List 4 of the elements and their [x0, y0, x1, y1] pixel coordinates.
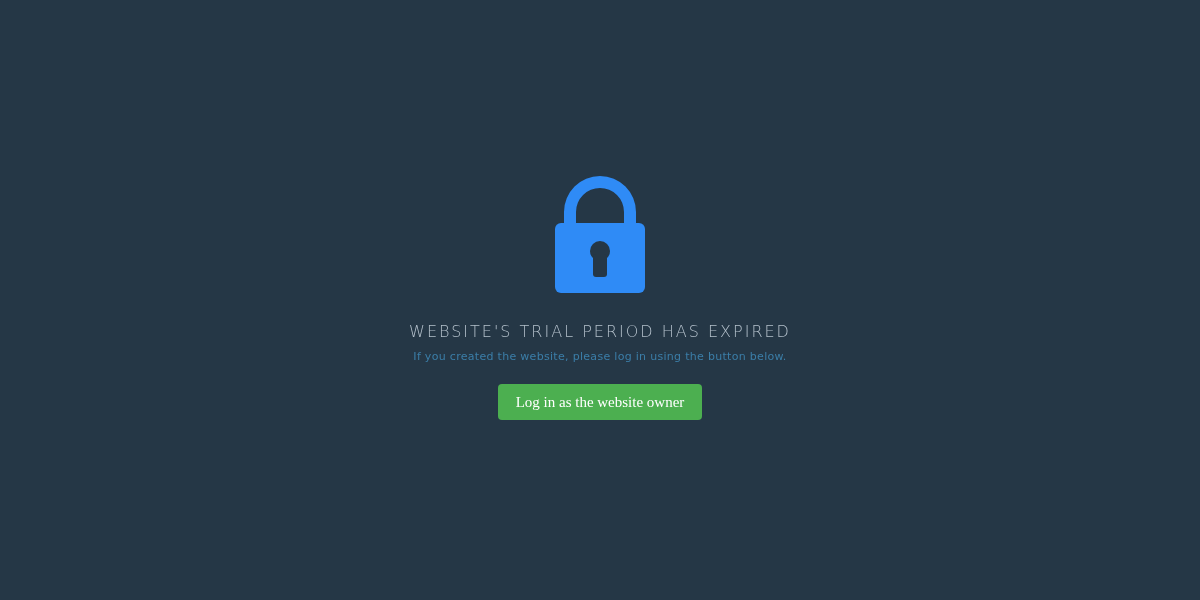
login-button[interactable]: Log in as the website owner	[497, 384, 703, 420]
page-title: WEBSITE'S TRIAL PERIOD HAS EXPIRED	[409, 321, 791, 343]
message-text: If you created the website, please log in using the button below.	[413, 350, 787, 364]
padlock-icon	[555, 176, 645, 293]
